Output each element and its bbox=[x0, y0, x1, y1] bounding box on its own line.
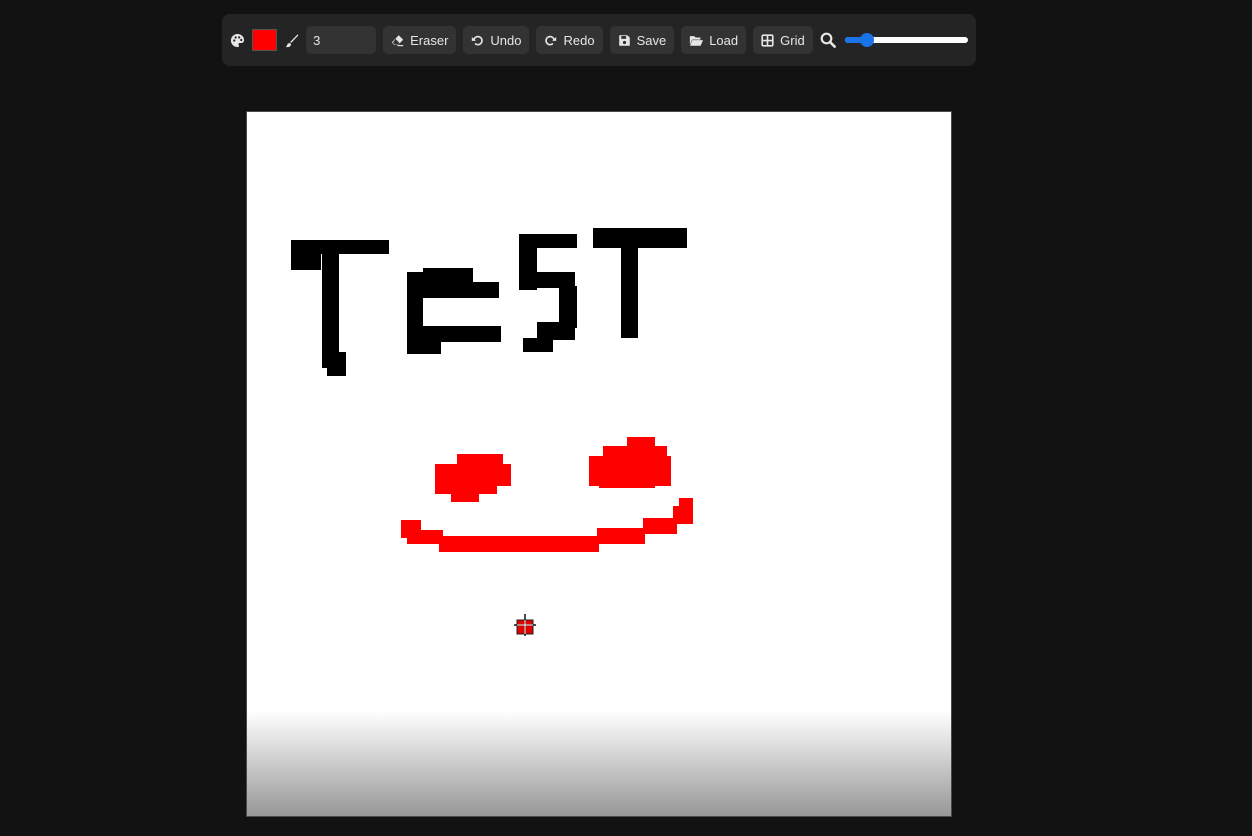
load-button[interactable]: Load bbox=[681, 26, 747, 54]
redo-icon bbox=[544, 34, 557, 47]
brush-cursor-icon bbox=[512, 613, 536, 637]
folder-open-icon bbox=[689, 34, 704, 47]
save-icon bbox=[618, 34, 631, 47]
load-label: Load bbox=[709, 32, 739, 48]
drawing-text-test bbox=[291, 228, 687, 376]
undo-button[interactable]: Undo bbox=[463, 26, 530, 54]
undo-label: Undo bbox=[490, 32, 522, 48]
eraser-icon bbox=[391, 34, 404, 47]
undo-icon bbox=[471, 34, 484, 47]
save-label: Save bbox=[636, 32, 667, 48]
zoom-slider-thumb[interactable] bbox=[859, 33, 874, 47]
grid-button[interactable]: Grid bbox=[753, 26, 813, 54]
eraser-button[interactable]: Eraser bbox=[383, 26, 457, 54]
grid-icon bbox=[761, 33, 774, 47]
brush-icon bbox=[284, 32, 299, 48]
color-picker[interactable] bbox=[252, 29, 277, 51]
grid-label: Grid bbox=[780, 32, 805, 48]
palette-icon[interactable] bbox=[230, 32, 245, 48]
brush-size-input[interactable] bbox=[306, 26, 377, 54]
save-button[interactable]: Save bbox=[609, 26, 675, 54]
toolbar: Eraser Undo Redo Save Load Grid bbox=[222, 14, 976, 66]
redo-button[interactable]: Redo bbox=[536, 26, 603, 54]
drawing-smiley bbox=[401, 437, 693, 552]
canvas-artwork bbox=[291, 228, 693, 552]
drawing-canvas[interactable] bbox=[246, 111, 952, 817]
magnifier-icon bbox=[820, 32, 836, 48]
eraser-label: Eraser bbox=[410, 32, 449, 48]
redo-label: Redo bbox=[563, 32, 595, 48]
zoom-slider[interactable] bbox=[844, 33, 968, 47]
